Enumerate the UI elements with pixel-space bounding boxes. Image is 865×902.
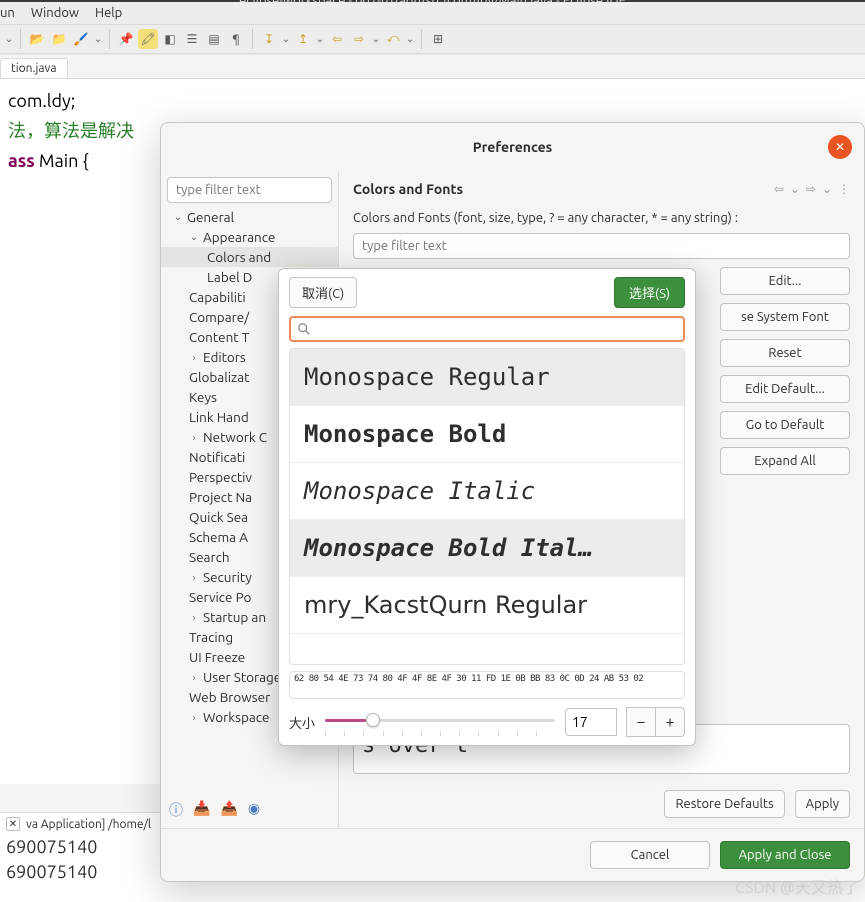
font-picker-cancel-button[interactable]: 取消(C) xyxy=(289,277,357,308)
font-item[interactable]: mry_KacstQurn Regular xyxy=(290,577,684,634)
next-annotation-icon[interactable]: ↥ xyxy=(293,29,313,49)
prev-annotation-icon[interactable]: ↧ xyxy=(259,29,279,49)
record-icon[interactable]: ◉ xyxy=(248,800,260,820)
edit-button[interactable]: Edit... xyxy=(720,267,850,295)
chevron-right-icon[interactable]: › xyxy=(189,672,199,682)
toggle-icon[interactable]: ◧ xyxy=(160,29,180,49)
font-list[interactable]: Monospace Regular Monospace Bold Monospa… xyxy=(289,348,685,665)
cancel-button[interactable]: Cancel xyxy=(590,841,710,869)
watermark: CSDN @天又热了 xyxy=(735,874,859,898)
search-icon xyxy=(297,322,311,336)
menu-help[interactable]: Help xyxy=(95,6,122,20)
chevron-down-icon[interactable]: ⌄ xyxy=(189,232,199,242)
restore-defaults-button[interactable]: Restore Defaults xyxy=(664,790,784,818)
menu-icon[interactable]: ⋮ xyxy=(838,182,850,196)
edit-default-button[interactable]: Edit Default... xyxy=(720,375,850,403)
chevron-right-icon[interactable]: › xyxy=(189,352,199,362)
size-slider[interactable] xyxy=(325,710,555,734)
import-icon[interactable]: 📥 xyxy=(193,800,210,820)
block-icon[interactable]: ▤ xyxy=(204,29,224,49)
font-item[interactable]: Monospace Regular xyxy=(290,349,684,406)
chevron-down-icon[interactable]: ⌄ xyxy=(173,212,183,222)
back-icon[interactable]: ⇦ xyxy=(327,29,347,49)
chevron-right-icon[interactable]: › xyxy=(189,572,199,582)
menu-bar: un Window Help xyxy=(0,2,865,25)
section-title: Colors and Fonts xyxy=(353,181,463,197)
tree-filter-input[interactable] xyxy=(167,177,332,203)
use-system-font-button[interactable]: se System Font xyxy=(720,303,850,331)
menu-run[interactable]: un xyxy=(0,6,15,20)
editor-tab[interactable]: tion.java xyxy=(0,58,68,78)
tree-item-colors-fonts[interactable]: Colors and xyxy=(161,247,338,267)
size-label: 大小 xyxy=(289,713,315,732)
apply-and-close-button[interactable]: Apply and Close xyxy=(720,841,850,869)
preferences-title-bar: Preferences ✕ xyxy=(161,123,864,171)
preferences-title: Preferences xyxy=(473,139,553,155)
font-search-input[interactable] xyxy=(289,316,685,342)
font-picker-select-button[interactable]: 选择(S) xyxy=(614,277,685,308)
paragraph-icon[interactable]: ¶ xyxy=(226,29,246,49)
reset-button[interactable]: Reset xyxy=(720,339,850,367)
close-icon[interactable]: ✕ xyxy=(6,817,20,831)
toolbar-chevron-icon[interactable]: ⌄ xyxy=(4,34,14,44)
menu-window[interactable]: Window xyxy=(31,6,79,20)
outline-icon[interactable]: ☰ xyxy=(182,29,202,49)
help-icon[interactable]: ⓘ xyxy=(169,800,183,820)
font-item[interactable]: Monospace Italic xyxy=(290,463,684,520)
console-header: va Application] /home/l xyxy=(26,818,151,831)
go-to-default-button[interactable]: Go to Default xyxy=(720,411,850,439)
close-button[interactable]: ✕ xyxy=(828,135,852,159)
font-item[interactable]: Monospace Bold Ital… xyxy=(290,520,684,577)
back-arrow-icon[interactable]: ⇦ xyxy=(774,182,784,196)
forward-arrow-icon[interactable]: ⇨ xyxy=(806,182,816,196)
chevron-right-icon[interactable]: › xyxy=(189,712,199,722)
last-edit-icon[interactable]: ⤺ xyxy=(383,29,403,49)
size-increment-button[interactable]: + xyxy=(655,707,685,737)
size-input[interactable] xyxy=(565,708,617,736)
expand-all-button[interactable]: Expand All xyxy=(720,447,850,475)
highlight-icon[interactable]: 🖍 xyxy=(138,29,158,49)
section-description: Colors and Fonts (font, size, type, ? = … xyxy=(353,211,850,225)
forward-icon[interactable]: ⇨ xyxy=(349,29,369,49)
export-icon[interactable]: 📤 xyxy=(220,800,237,820)
chevron-right-icon[interactable]: › xyxy=(189,612,199,622)
perspective-icon[interactable]: ⊞ xyxy=(428,29,448,49)
open-icon[interactable]: 📁 xyxy=(49,29,69,49)
pin-icon[interactable]: 📌 xyxy=(116,29,136,49)
brush-icon[interactable]: 🖌️ xyxy=(71,29,91,49)
font-item[interactable]: Monospace Bold xyxy=(290,406,684,463)
font-preview-glyphs: 62 80 54 4E 73 74 80 4F 4F 8E 4F 30 11 F… xyxy=(289,671,685,699)
size-decrement-button[interactable]: − xyxy=(626,707,656,737)
font-picker-dialog: 取消(C) 选择(S) Monospace Regular Monospace … xyxy=(278,268,696,746)
toolbar: ⌄ 📂 📁 🖌️ ⌄ 📌 🖍 ◧ ☰ ▤ ¶ ↧ ⌄ ↥ ⌄ ⇦ ⇨ ⌄ ⤺ ⌄… xyxy=(0,25,865,54)
fonts-filter-input[interactable] xyxy=(353,233,850,259)
open-folder-icon[interactable]: 📂 xyxy=(27,29,47,49)
apply-button[interactable]: Apply xyxy=(795,790,850,818)
chevron-right-icon[interactable]: › xyxy=(189,432,199,442)
